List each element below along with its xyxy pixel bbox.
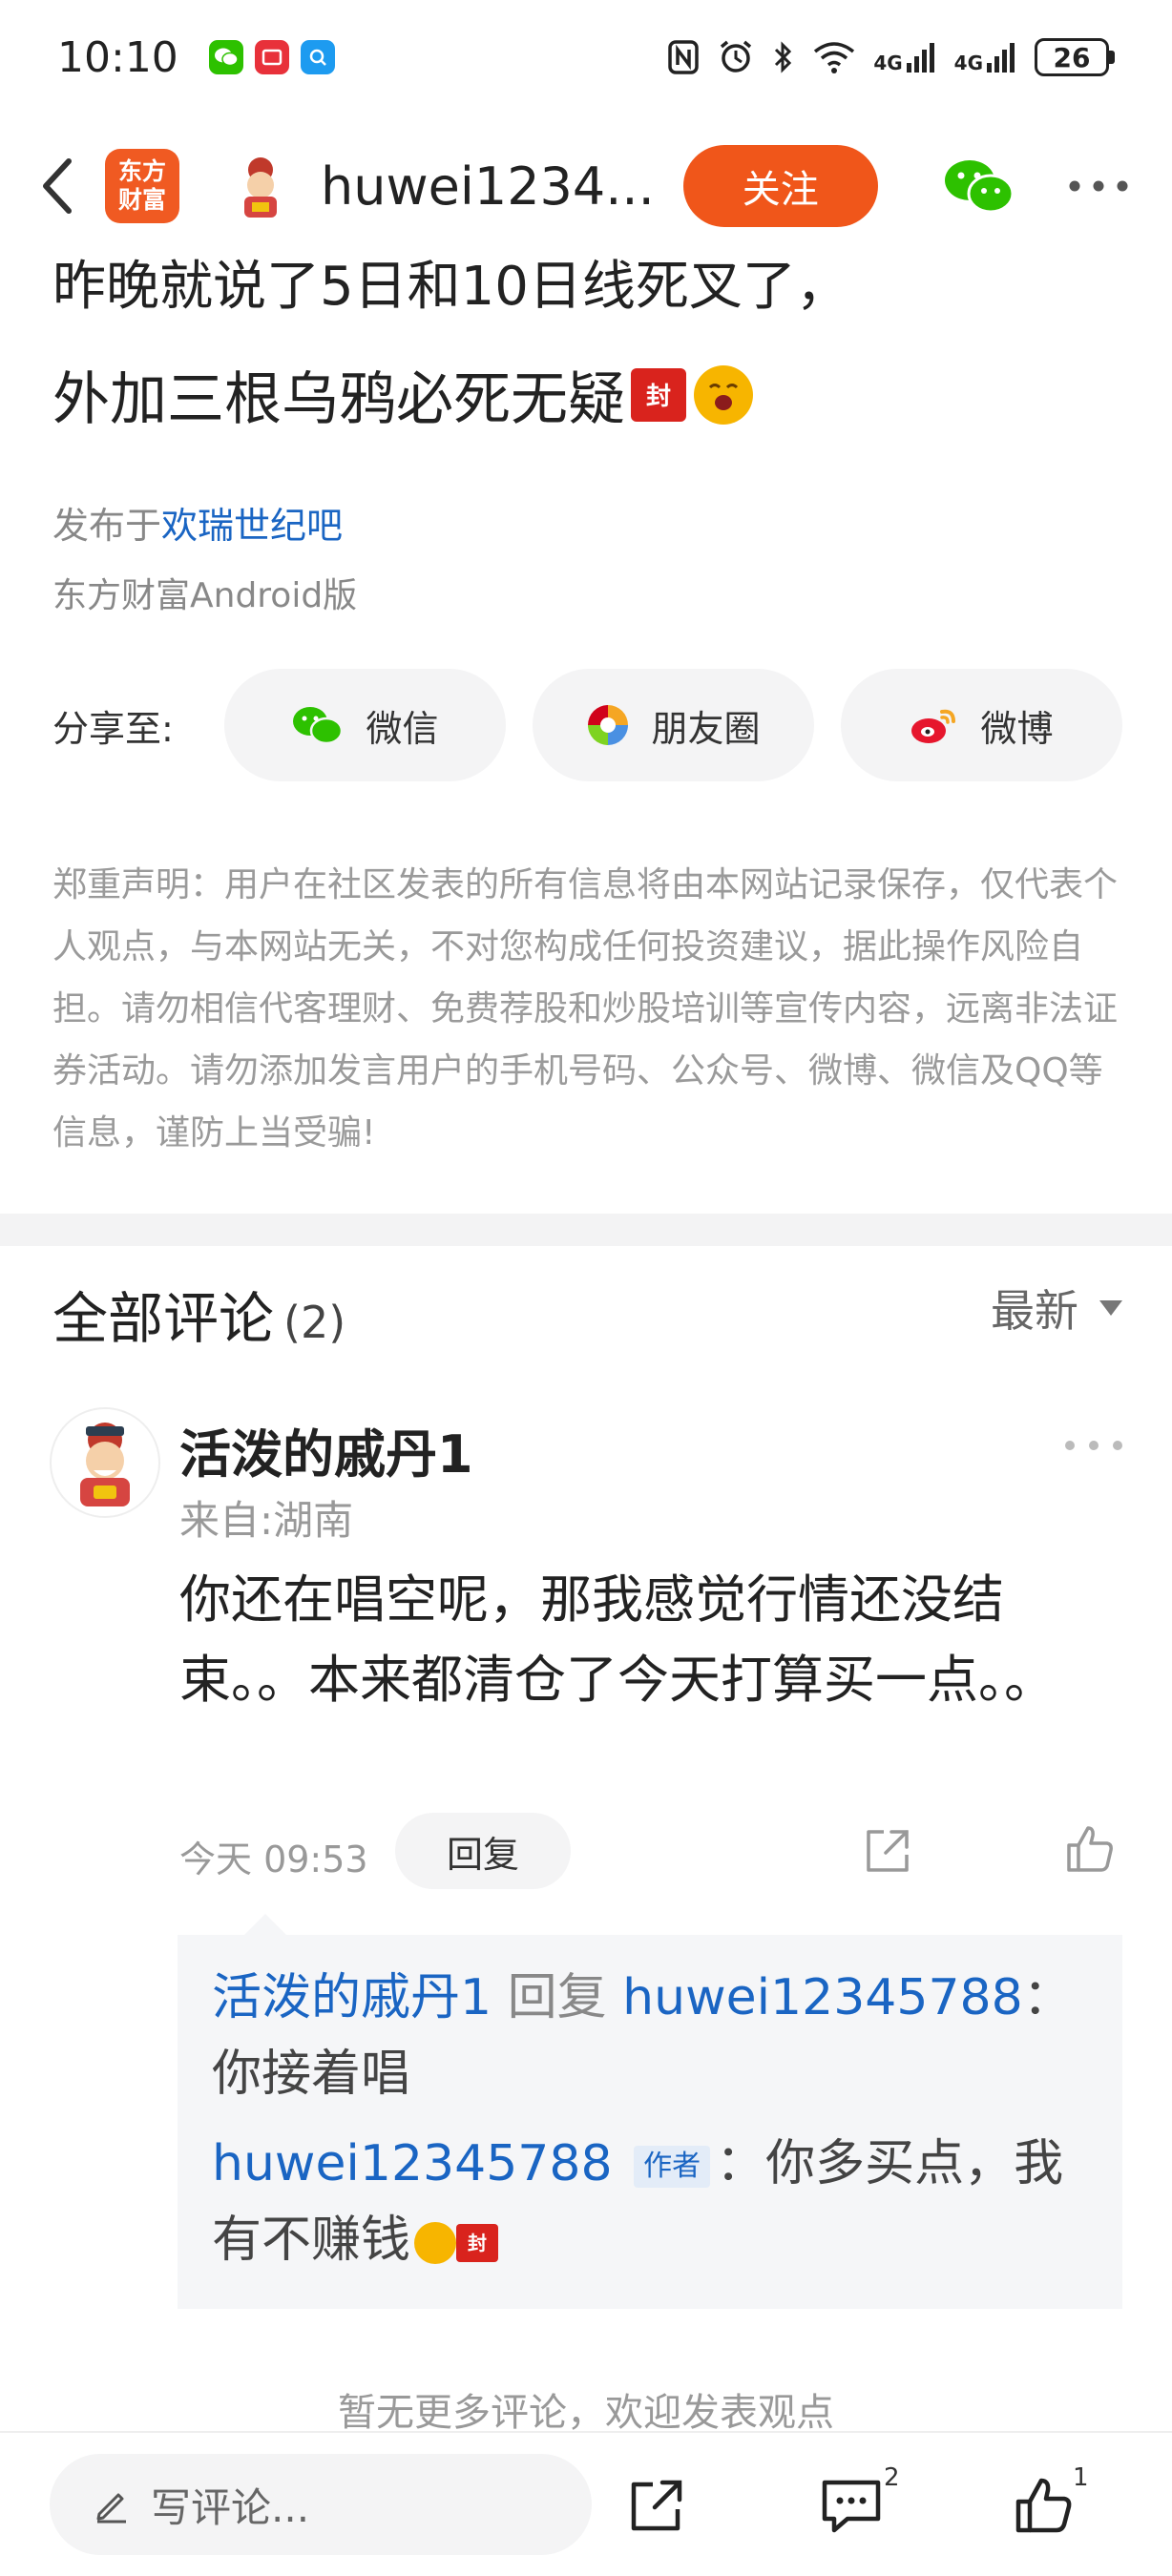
wechat-share-icon[interactable] <box>943 153 1015 219</box>
share-moments-button[interactable]: 朋友圈 <box>533 669 814 781</box>
comments-header: 全部评论 (2) <box>52 1274 345 1354</box>
bar-link[interactable]: 欢瑞世纪吧 <box>161 505 343 547</box>
search-app-notification-icon <box>300 40 335 74</box>
top-nav-bar: 东方 财富 huwei1234... 关注 <box>0 114 1172 258</box>
section-divider <box>0 1214 1172 1246</box>
comment-body: 你还在唱空呢，那我感觉行情还没结束。。本来都清仓了今天打算买一点。。 <box>179 1569 1056 1710</box>
chevron-left-icon <box>43 158 72 214</box>
disclaimer-text: 郑重声明：用户在社区发表的所有信息将由本网站记录保存，仅代表个人观点，与本网站无… <box>52 865 1119 1153</box>
battery-level: 26 <box>1035 38 1109 76</box>
write-comment-placeholder: 写评论... <box>151 2483 310 2531</box>
comment-icon[interactable] <box>817 2471 886 2540</box>
comment-share-icon[interactable] <box>859 1822 916 1880</box>
more-options-icon[interactable] <box>1065 157 1132 215</box>
comment-reply-button[interactable]: 回复 <box>395 1813 571 1889</box>
comment-time: 今天 09:53 <box>179 1839 368 1880</box>
comment-count-badge: 2 <box>884 2463 900 2492</box>
author-avatar[interactable] <box>227 153 294 219</box>
app-logo-line1: 东方 <box>117 157 166 185</box>
reply-author[interactable]: huwei12345788 <box>212 2135 613 2192</box>
wifi-icon <box>814 42 855 73</box>
share-weibo-button[interactable]: 微博 <box>841 669 1122 781</box>
wechat-notification-icon <box>208 40 243 74</box>
reply-target[interactable]: huwei12345788 <box>622 1969 1023 2026</box>
signal-icon-2: 4G <box>954 40 1017 74</box>
comments-title: 全部评论 <box>52 1286 275 1351</box>
share-icon[interactable] <box>622 2471 691 2540</box>
caret-down-icon <box>1099 1300 1122 1316</box>
yawn-emoji-icon <box>414 2222 457 2264</box>
reply-separator: ： <box>716 2135 766 2192</box>
comment-more-icon[interactable] <box>1065 1431 1122 1460</box>
reply-text: 你接着唱 <box>212 2046 411 2103</box>
weibo-icon <box>910 704 959 746</box>
yawn-emoji-icon <box>694 364 753 425</box>
share-moments-label: 朋友圈 <box>651 707 761 750</box>
publish-prefix: 发布于 <box>52 505 162 547</box>
status-bar: 10:10 4G 4G 26 <box>0 0 1172 114</box>
nfc-icon <box>668 40 700 74</box>
bottom-action-bar: 写评论... <box>0 2431 1172 2576</box>
reply-author[interactable]: 活泼的戚丹1 <box>212 1969 492 2026</box>
commenter-avatar[interactable] <box>50 1407 160 1518</box>
reply-item[interactable]: 活泼的戚丹1 回复 huwei12345788： 你接着唱 <box>212 1960 1088 2112</box>
status-time: 10:10 <box>57 32 178 82</box>
seal-emoji-icon: 封 <box>456 2224 499 2262</box>
back-button[interactable] <box>29 148 86 224</box>
publish-info: 发布于欢瑞世纪吧 <box>52 496 343 549</box>
app-logo-line2: 财富 <box>117 186 166 214</box>
share-label: 分享至: <box>52 707 174 750</box>
app-logo[interactable]: 东方 财富 <box>105 149 179 223</box>
reply-thread: 活泼的戚丹1 回复 huwei12345788： 你接着唱 huwei12345… <box>178 1914 1122 2309</box>
comments-count: (2) <box>283 1297 346 1348</box>
client-info: 东方财富Android版 <box>52 576 358 615</box>
write-comment-input[interactable]: 写评论... <box>50 2454 592 2555</box>
like-count-badge: 1 <box>1073 2463 1089 2492</box>
alarm-icon <box>721 40 752 73</box>
app-notification-icon <box>254 40 289 74</box>
like-icon[interactable] <box>1010 2471 1078 2540</box>
signal-icon-1: 4G <box>873 40 936 74</box>
battery-indicator: 26 <box>1035 38 1115 76</box>
moments-icon <box>586 703 630 747</box>
article-title-line2: 外加三根乌鸦必死无疑 封 <box>52 353 753 436</box>
share-weibo-label: 微博 <box>980 707 1054 750</box>
no-more-comments: 暂无更多评论，欢迎发表观点 <box>338 2391 834 2435</box>
author-badge: 作者 <box>634 2146 711 2188</box>
seal-emoji-icon: 封 <box>631 367 686 422</box>
share-wechat-label: 微信 <box>366 707 439 750</box>
sort-dropdown[interactable]: 最新 <box>991 1277 1122 1340</box>
share-wechat-button[interactable]: 微信 <box>224 669 506 781</box>
reply-separator: ： <box>1022 1969 1073 2026</box>
comment-like-icon[interactable] <box>1061 1820 1119 1878</box>
share-row: 分享至: 微信 朋友圈 微博 <box>52 668 1131 782</box>
reply-item[interactable]: huwei12345788 作者 ：你多买点，我有不赚钱封 <box>212 2126 1088 2278</box>
reply-action: 回复 <box>507 1969 607 2026</box>
wechat-icon <box>291 704 345 746</box>
pencil-icon <box>92 2485 130 2524</box>
commenter-location: 来自:湖南 <box>179 1497 354 1544</box>
status-icons: 4G 4G 26 <box>667 38 1115 76</box>
sort-label: 最新 <box>991 1285 1078 1337</box>
article-title-text: 外加三根乌鸦必死无疑 <box>52 366 625 433</box>
bluetooth-icon <box>775 41 792 73</box>
commenter-name[interactable]: 活泼的戚丹1 <box>179 1412 473 1487</box>
follow-button[interactable]: 关注 <box>682 145 878 227</box>
author-username[interactable]: huwei1234... <box>321 156 655 217</box>
